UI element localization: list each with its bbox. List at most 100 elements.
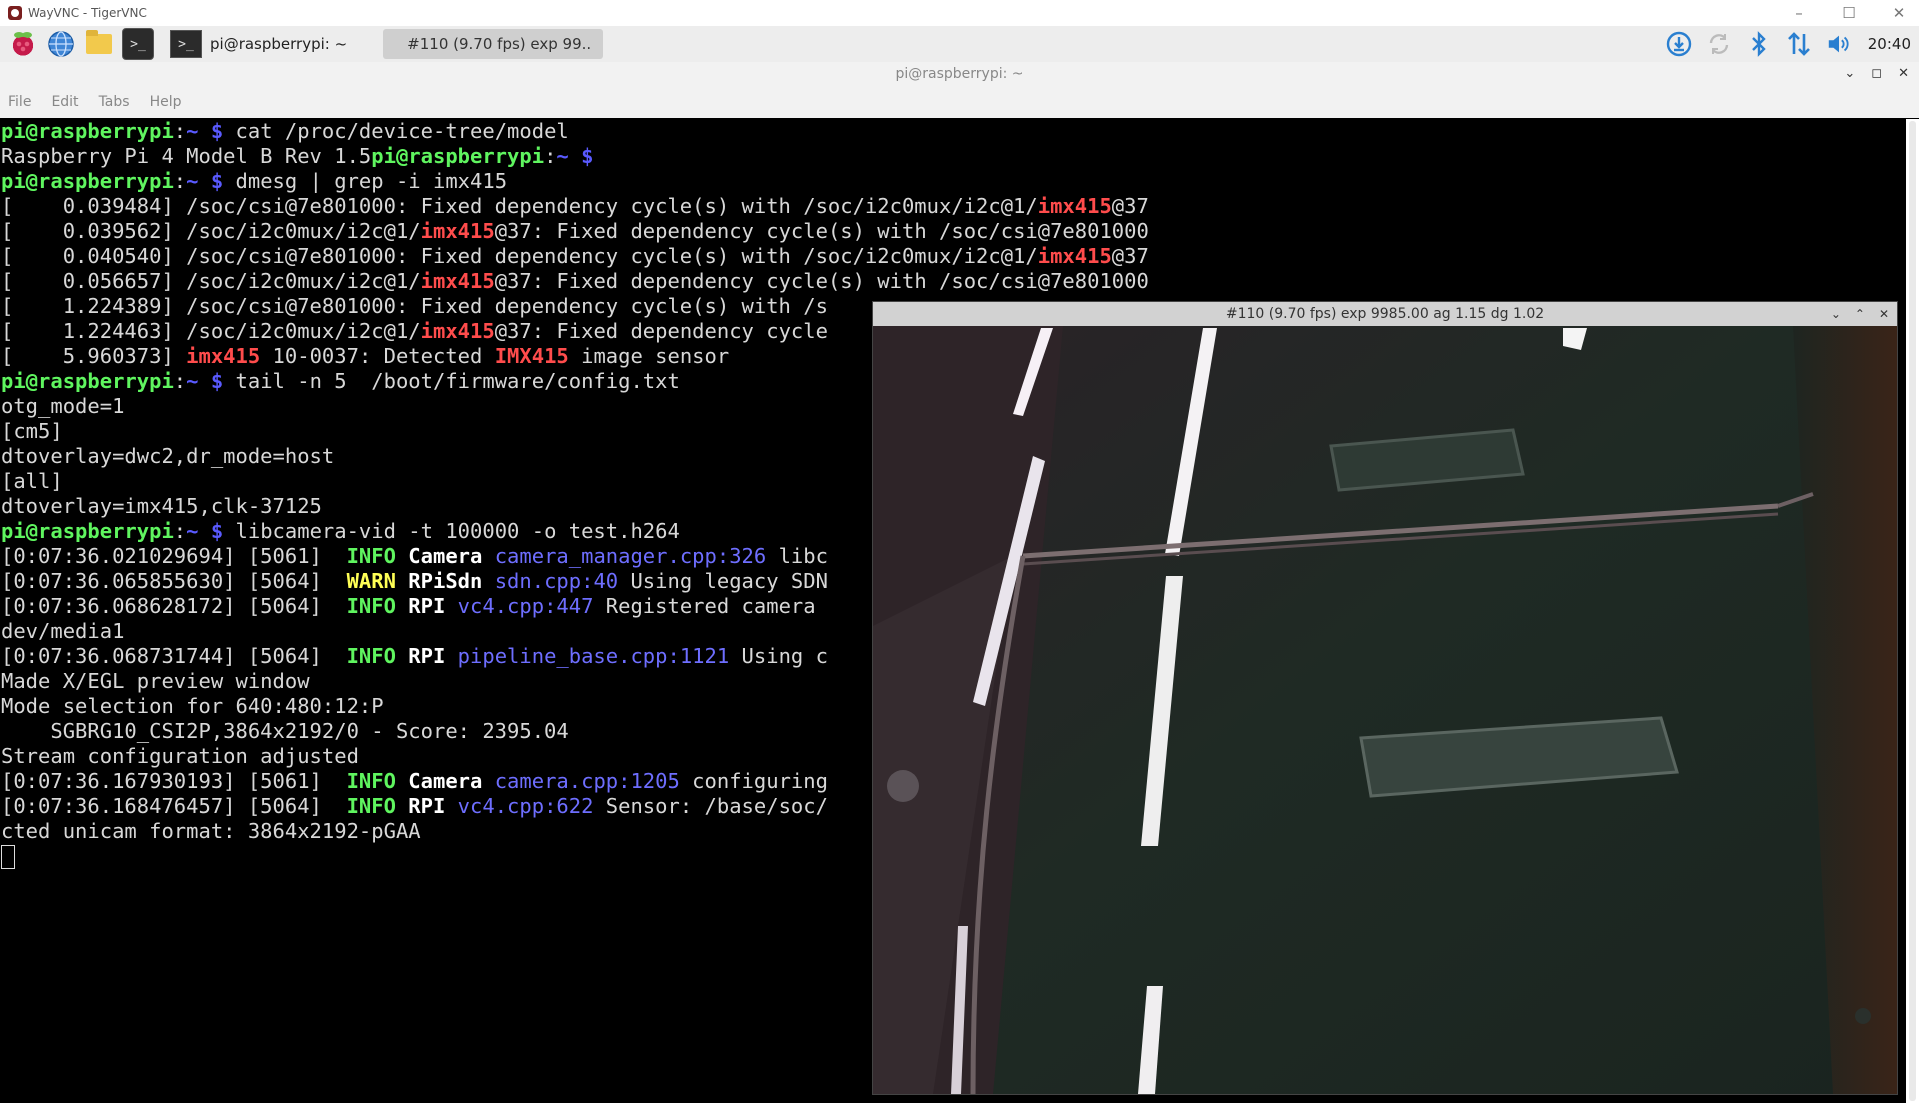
- terminal-text: [0:07:36.021029694] [5061]: [1, 544, 347, 568]
- terminal-text: dev/media1: [1, 619, 125, 643]
- preview-window-title: #110 (9.70 fps) exp 9985.00 ag 1.15 dg 1…: [1225, 306, 1545, 322]
- terminal-line: [ 0.039562] /soc/i2c0mux/i2c@1/imx415@37…: [0, 219, 1906, 244]
- terminal-text: dtoverlay=imx415,clk-37125: [1, 494, 322, 518]
- terminal-line: Raspberry Pi 4 Model B Rev 1.5pi@raspber…: [0, 144, 1906, 169]
- terminal-line: pi@raspberrypi:~ $ cat /proc/device-tree…: [0, 119, 1906, 144]
- terminal-text: Registered camera: [593, 594, 816, 618]
- terminal-text: :: [173, 519, 187, 543]
- terminal-text: imx415: [420, 269, 495, 293]
- terminal-text: Camera: [408, 544, 483, 568]
- terminal-text: [ 1.224389] /soc/csi@7e801000: Fixed dep…: [1, 294, 828, 318]
- terminal-text: dtoverlay=dwc2,dr_mode=host: [1, 444, 335, 468]
- terminal-text: otg_mode=1: [1, 394, 125, 418]
- web-browser-icon[interactable]: [46, 29, 76, 59]
- terminal-text: Mode selection for 640:480:12:P: [1, 694, 384, 718]
- terminal-text: @37: Fixed dependency cycle(s) with /soc…: [494, 219, 1149, 243]
- terminal-text: imx415: [1037, 244, 1112, 268]
- terminal-text: [ 0.039484] /soc/csi@7e801000: Fixed dep…: [1, 194, 1038, 218]
- terminal-text: INFO: [346, 794, 396, 818]
- terminal-text: camera_manager.cpp:326: [494, 544, 767, 568]
- clock: 20:40: [1867, 35, 1911, 53]
- preview-window-controls: ⌄ ⌃ ✕: [1831, 302, 1889, 326]
- close-button[interactable]: ✕: [1889, 4, 1909, 22]
- camera-preview-window[interactable]: #110 (9.70 fps) exp 9985.00 ag 1.15 dg 1…: [873, 302, 1897, 1094]
- terminal-line: [ 0.040540] /soc/csi@7e801000: Fixed dep…: [0, 244, 1906, 269]
- terminal-text: dmesg | grep -i imx415: [223, 169, 508, 193]
- volume-icon[interactable]: [1826, 31, 1852, 57]
- preview-titlebar[interactable]: #110 (9.70 fps) exp 9985.00 ag 1.15 dg 1…: [873, 302, 1897, 326]
- terminal-text: cat /proc/device-tree/model: [223, 119, 569, 143]
- file-manager-icon[interactable]: [84, 29, 114, 59]
- scrollbar-thumb[interactable]: [1909, 121, 1916, 1101]
- terminal-text: [0:07:36.065855630] [5064]: [1, 569, 347, 593]
- terminal-text: [0:07:36.068628172] [5064]: [1, 594, 347, 618]
- terminal-text: WARN: [346, 569, 396, 593]
- terminal-text: RPI: [408, 644, 446, 668]
- camera-preview-image: [873, 326, 1897, 1094]
- close-icon[interactable]: ✕: [1898, 62, 1909, 86]
- terminal-text: Using c: [729, 644, 828, 668]
- terminal-scrollbar[interactable]: [1906, 119, 1919, 1103]
- close-icon[interactable]: ✕: [1879, 302, 1889, 326]
- minimize-button[interactable]: –: [1789, 4, 1809, 22]
- download-updates-icon[interactable]: [1666, 31, 1692, 57]
- terminal-text: RPI: [408, 594, 446, 618]
- task-preview[interactable]: #110 (9.70 fps) exp 99..: [383, 29, 604, 59]
- terminal-text: INFO: [346, 594, 396, 618]
- menu-file[interactable]: File: [8, 94, 31, 110]
- terminal-text: [ 0.040540] /soc/csi@7e801000: Fixed dep…: [1, 244, 1038, 268]
- sync-icon[interactable]: [1706, 31, 1732, 57]
- terminal-text: camera.cpp:1205: [494, 769, 680, 793]
- chevron-up-icon[interactable]: ⌃: [1855, 302, 1865, 326]
- terminal-text: ~ $: [186, 369, 224, 393]
- terminal-titlebar: pi@raspberrypi: ~ ⌄ ◻ ✕: [0, 62, 1919, 86]
- terminal-text: ~ $: [186, 169, 224, 193]
- terminal-text: imx415: [1037, 194, 1112, 218]
- terminal-menubar: File Edit Tabs Help: [0, 86, 1919, 118]
- terminal-text: IMX415: [494, 344, 569, 368]
- terminal-text: [ 5.960373]: [1, 344, 187, 368]
- terminal-text: :: [173, 169, 187, 193]
- terminal-text: 10-0037: Detected: [260, 344, 495, 368]
- terminal-text: ~ $: [186, 119, 224, 143]
- terminal-text: pi@raspberrypi: [371, 144, 545, 168]
- terminal-text: INFO: [346, 769, 396, 793]
- terminal-line: pi@raspberrypi:~ $ dmesg | grep -i imx41…: [0, 169, 1906, 194]
- raspberry-pi-menu-icon[interactable]: [8, 29, 38, 59]
- terminal-text: ~ $: [556, 144, 594, 168]
- terminal-icon[interactable]: >_: [122, 28, 154, 60]
- maximize-button[interactable]: ☐: [1839, 4, 1859, 22]
- terminal-text: [0:07:36.068731744] [5064]: [1, 644, 347, 668]
- menu-tabs[interactable]: Tabs: [99, 94, 130, 110]
- bluetooth-icon[interactable]: [1746, 31, 1772, 57]
- terminal-text: RPI: [408, 794, 446, 818]
- maximize-icon[interactable]: ◻: [1871, 62, 1882, 86]
- terminal-text: [0:07:36.168476457] [5064]: [1, 794, 347, 818]
- terminal-text: Camera: [408, 769, 483, 793]
- taskbar: >_ >_ pi@raspberrypi: ~ #110 (9.70 fps) …: [0, 26, 1919, 62]
- terminal-text: Using legacy SDN: [618, 569, 828, 593]
- terminal-line: [ 0.056657] /soc/i2c0mux/i2c@1/imx415@37…: [0, 269, 1906, 294]
- network-icon[interactable]: [1786, 31, 1812, 57]
- menu-help[interactable]: Help: [150, 94, 182, 110]
- terminal-cursor: [1, 845, 15, 869]
- terminal-text: sdn.cpp:40: [494, 569, 619, 593]
- chevron-down-icon[interactable]: ⌄: [1831, 302, 1841, 326]
- terminal-text: vc4.cpp:447: [457, 594, 594, 618]
- system-tray: 20:40: [1666, 26, 1911, 62]
- task-terminal[interactable]: >_ pi@raspberrypi: ~: [162, 29, 355, 59]
- chevron-down-icon[interactable]: ⌄: [1844, 62, 1855, 86]
- task-label: #110 (9.70 fps) exp 99..: [407, 35, 592, 53]
- menu-edit[interactable]: Edit: [51, 94, 78, 110]
- terminal-text: configuring: [679, 769, 828, 793]
- terminal-text: vc4.cpp:622: [457, 794, 594, 818]
- terminal-text: [ 0.056657] /soc/i2c0mux/i2c@1/: [1, 269, 421, 293]
- terminal-text: pipeline_base.cpp:1121: [457, 644, 730, 668]
